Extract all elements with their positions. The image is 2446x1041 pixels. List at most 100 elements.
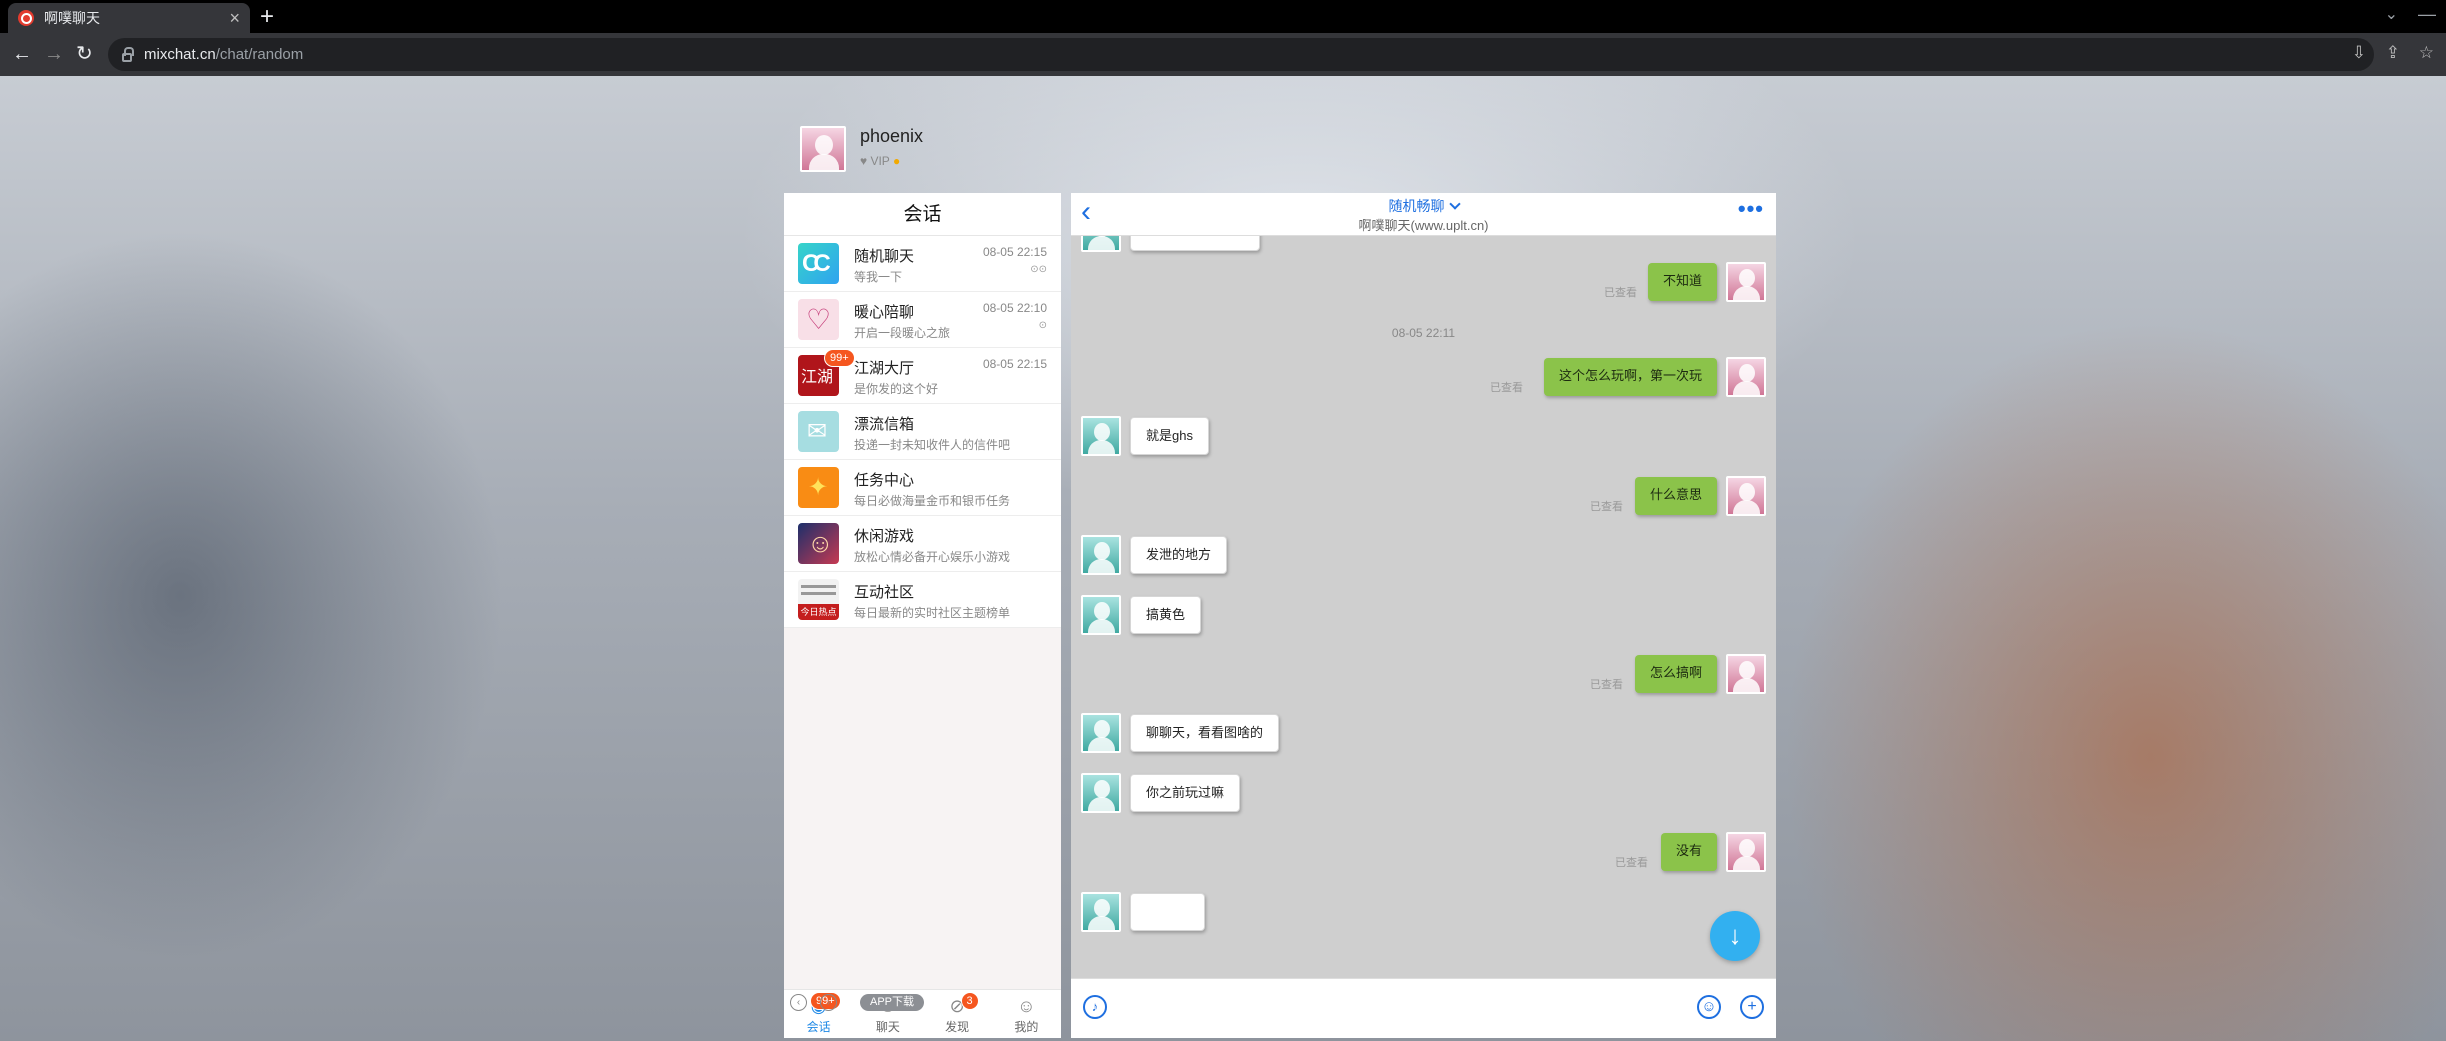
message-bubble[interactable]: 聊聊天，看看图啥的 <box>1130 714 1280 752</box>
emoji-icon[interactable]: ☺ <box>1697 995 1721 1019</box>
conversation-item-task[interactable]: 任务中心 每日必做海量金币和银币任务 <box>784 460 1061 516</box>
profile-level: ♥ VIP ● <box>860 154 900 168</box>
task-center-icon <box>798 467 839 508</box>
avatar[interactable] <box>1726 357 1766 397</box>
message-row: 已查看 这个怎么玩啊，第一次玩 <box>1071 357 1776 401</box>
message-bubble[interactable] <box>1130 236 1260 251</box>
microphone-icon[interactable]: ♪ <box>1083 995 1107 1019</box>
avatar[interactable] <box>1081 236 1121 252</box>
tab-me[interactable]: ☺ 我的 <box>992 990 1061 1038</box>
app-download-button[interactable]: APP下载 <box>860 994 925 1011</box>
message-bubble[interactable]: 怎么搞啊 <box>1634 655 1717 693</box>
conversation-preview: 投递一封未知收件人的信件吧 <box>854 438 1011 452</box>
close-tab-icon[interactable]: × <box>229 9 240 27</box>
avatar[interactable] <box>1081 713 1121 753</box>
message-list[interactable]: 已查看 不知道 08-05 22:11 已查看 这个怎么玩啊，第一次玩 就是gh… <box>1071 236 1776 978</box>
conversation-item-community[interactable]: 今日热点 互动社区 每日最新的实时社区主题榜单 <box>784 572 1061 628</box>
community-icon: 今日热点 <box>798 579 839 620</box>
bookmark-star-icon[interactable]: ☆ <box>2419 43 2434 63</box>
browser-tab[interactable]: 啊噗聊天 × <box>8 3 250 33</box>
chat-panel: ‹ 随机畅聊 啊噗聊天(www.uplt.cn) ••• 已查看 不知道 08-… <box>1071 193 1776 1038</box>
nav-badge: 3 <box>960 992 979 1010</box>
conversation-item-game[interactable]: 休闲游戏 放松心情必备开心娱乐小游戏 <box>784 516 1061 572</box>
avatar[interactable] <box>1081 773 1121 813</box>
nav-label: 我的 <box>1014 1020 1039 1034</box>
lock-icon[interactable] <box>122 47 134 62</box>
message-bubble[interactable]: 就是ghs <box>1130 417 1209 455</box>
message-row: 发泄的地方 <box>1071 535 1776 579</box>
message-bubble[interactable]: 发泄的地方 <box>1130 536 1228 574</box>
reload-icon[interactable]: ↻ <box>76 42 93 66</box>
conversation-preview: 开启一段暖心之旅 <box>854 326 951 340</box>
message-input-bar: ♪ ☺ + <box>1071 978 1776 1038</box>
tab-discover[interactable]: ⊘ 3 发现 <box>923 990 992 1038</box>
gold-dot-icon: ● <box>892 154 901 168</box>
profile-avatar[interactable] <box>800 126 846 172</box>
drift-mailbox-icon <box>798 411 839 452</box>
message-bubble[interactable]: 什么意思 <box>1634 477 1717 515</box>
next-page-icon[interactable]: › <box>820 994 837 1011</box>
message-bubble[interactable]: 不知道 <box>1647 263 1717 301</box>
read-status: 已查看 <box>1604 287 1637 299</box>
back-arrow-icon[interactable]: ← <box>12 42 32 66</box>
conversation-preview: 放松心情必备开心娱乐小游戏 <box>854 550 1011 564</box>
diamond-icon: ♥ <box>860 154 868 168</box>
conversation-preview: 每日必做海量金币和银币任务 <box>854 494 1011 508</box>
message-row: 你之前玩过嘛 <box>1071 773 1776 817</box>
conversation-preview: 等我一下 <box>854 270 903 284</box>
browser-tab-bar: 啊噗聊天 × + ⌄ — <box>0 0 2446 33</box>
person-icon: ☺ <box>1017 996 1036 1016</box>
conversation-name: 江湖大厅 <box>854 360 915 377</box>
share-icon[interactable]: ⇪ <box>2386 43 2400 63</box>
chat-title[interactable]: 随机畅聊 <box>1071 196 1776 216</box>
avatar[interactable] <box>1726 262 1766 302</box>
tab-title: 啊噗聊天 <box>44 10 100 26</box>
avatar[interactable] <box>1726 654 1766 694</box>
conversation-name: 任务中心 <box>854 472 915 489</box>
message-bubble[interactable]: 没有 <box>1660 833 1717 871</box>
install-app-icon[interactable]: ⇩ <box>2352 43 2366 63</box>
address-bar[interactable]: mixchat.cn /chat/random <box>108 38 2374 71</box>
message-bubble[interactable] <box>1130 893 1205 931</box>
conversation-status: ⊙ <box>1038 320 1047 331</box>
vip-label: VIP <box>870 154 890 168</box>
nav-label: 聊天 <box>875 1020 900 1034</box>
chat-header: ‹ 随机畅聊 啊噗聊天(www.uplt.cn) ••• <box>1071 193 1776 236</box>
conversation-item-random[interactable]: 随机聊天 等我一下 08-05 22:15 ⊙⊙ <box>784 236 1061 292</box>
panel-title: 会话 <box>784 193 1061 236</box>
message-row: 已查看 没有 <box>1071 832 1776 876</box>
conversation-item-warm[interactable]: 暖心陪聊 开启一段暖心之旅 08-05 22:10 ⊙ <box>784 292 1061 348</box>
scroll-to-bottom-button[interactable]: ↓ <box>1710 911 1760 961</box>
message-bubble[interactable]: 搞黄色 <box>1130 596 1202 634</box>
read-status: 已查看 <box>1590 679 1623 691</box>
avatar[interactable] <box>1081 535 1121 575</box>
more-options-icon[interactable]: ••• <box>1738 198 1764 220</box>
avatar[interactable] <box>1726 832 1766 872</box>
new-tab-button[interactable]: + <box>260 2 274 32</box>
conversation-name: 漂流信箱 <box>854 416 915 433</box>
avatar[interactable] <box>1081 416 1121 456</box>
avatar[interactable] <box>1726 476 1766 516</box>
site-favicon-icon <box>18 10 34 26</box>
plus-icon[interactable]: + <box>1740 995 1764 1019</box>
message-row: 已查看 不知道 <box>1071 262 1776 306</box>
prev-page-icon[interactable]: ‹ <box>790 994 807 1011</box>
forward-arrow-icon[interactable]: → <box>44 42 64 66</box>
nav-label: 发现 <box>945 1020 970 1034</box>
message-bubble[interactable]: 这个怎么玩啊，第一次玩 <box>1543 358 1717 396</box>
conversation-name: 随机聊天 <box>854 248 915 265</box>
tab-search-icon[interactable]: ⌄ <box>2385 4 2398 24</box>
conversation-item-bottle[interactable]: 漂流信箱 投递一封未知收件人的信件吧 <box>784 404 1061 460</box>
chevron-down-icon <box>1448 198 1461 210</box>
browser-toolbar: ← → ↻ mixchat.cn /chat/random ⇩ ⇪ ☆ <box>0 33 2446 76</box>
avatar[interactable] <box>1081 892 1121 932</box>
message-row <box>1071 892 1776 936</box>
conversation-item-jianghu[interactable]: 99+ 江湖大厅 是你发的这个好 08-05 22:15 <box>784 348 1061 404</box>
message-bubble[interactable]: 你之前玩过嘛 <box>1130 774 1241 812</box>
message-row <box>1071 236 1776 256</box>
avatar[interactable] <box>1081 595 1121 635</box>
profile-name: phoenix <box>860 126 924 146</box>
read-status: 已查看 <box>1590 501 1623 513</box>
minimize-icon[interactable]: — <box>2418 4 2436 25</box>
nav-label: 会话 <box>806 1020 831 1034</box>
